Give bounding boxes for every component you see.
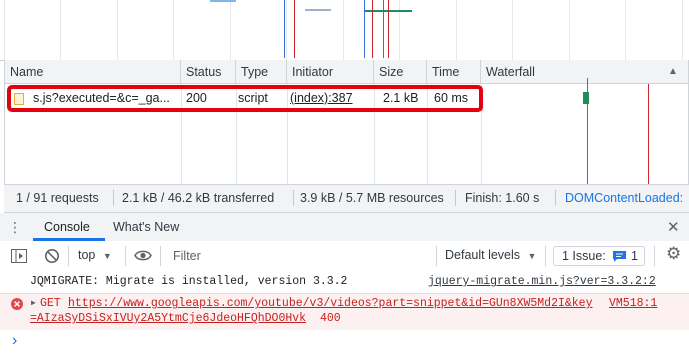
error-url-link-continued[interactable]: =AIzaSyDSiSxIVUy2A5YtmCje6JdeoHFQhDO0Hvk bbox=[30, 312, 306, 325]
column-header-waterfall[interactable]: Waterfall ▲ bbox=[481, 60, 688, 84]
overview-gridline bbox=[625, 0, 626, 60]
network-summary-bar: 1 / 91 requests 2.1 kB / 46.2 kB transfe… bbox=[4, 184, 689, 213]
summary-divider bbox=[113, 190, 114, 206]
column-header-initiator[interactable]: Initiator bbox=[287, 60, 374, 84]
drawer-menu-icon[interactable]: ⋮ bbox=[8, 219, 22, 236]
console-prompt-row[interactable]: › bbox=[0, 330, 689, 356]
console-message-error: ▶ GET https://www.googleapis.com/youtube… bbox=[0, 293, 689, 331]
overview-marker bbox=[284, 0, 285, 58]
log-levels-dropdown[interactable]: Default levels ▼ bbox=[445, 248, 536, 262]
issues-label: 1 Issue: bbox=[562, 249, 606, 263]
red-highlight-box bbox=[7, 85, 483, 112]
close-drawer-icon[interactable]: ✕ bbox=[667, 218, 680, 236]
summary-divider bbox=[455, 190, 456, 206]
overview-marker bbox=[294, 0, 295, 58]
summary-transferred: 2.1 kB / 46.2 kB transferred bbox=[122, 191, 275, 205]
waterfall-bar[interactable] bbox=[583, 92, 589, 104]
column-header-size[interactable]: Size bbox=[374, 60, 427, 84]
overview-marker bbox=[364, 0, 365, 58]
column-header-time[interactable]: Time bbox=[427, 60, 481, 84]
console-filter-input[interactable] bbox=[167, 245, 421, 267]
console-prompt-icon: › bbox=[12, 332, 18, 349]
overview-gridline bbox=[173, 0, 174, 60]
toolbar-divider bbox=[125, 246, 126, 266]
log-levels-label: Default levels bbox=[445, 248, 521, 262]
column-header-status[interactable]: Status bbox=[181, 60, 236, 84]
overview-gridline bbox=[512, 0, 513, 60]
error-source-link[interactable]: VM518:1 bbox=[609, 297, 657, 310]
console-settings-gear-icon[interactable]: ⚙ bbox=[666, 244, 681, 264]
issue-message-icon bbox=[613, 251, 626, 262]
error-icon bbox=[11, 298, 23, 310]
error-status-code: 400 bbox=[320, 312, 341, 325]
toolbar-divider bbox=[68, 246, 69, 266]
toolbar-divider bbox=[545, 246, 546, 266]
issues-count: 1 bbox=[631, 249, 638, 263]
issues-button[interactable]: 1 Issue: 1 bbox=[553, 246, 645, 266]
summary-divider bbox=[555, 190, 556, 206]
summary-resources: 3.9 kB / 5.7 MB resources bbox=[300, 191, 444, 205]
drawer-tab-bar: ⋮ Console What's New ✕ bbox=[0, 213, 689, 242]
console-toolbar: top ▼ Default levels ▼ 1 Issue: 1 ⚙ bbox=[0, 241, 689, 272]
overview-gridline bbox=[456, 0, 457, 60]
console-message-info: JQMIGRATE: Migrate is installed, version… bbox=[0, 271, 689, 294]
console-source-link[interactable]: jquery-migrate.min.js?ver=3.3.2:2 bbox=[428, 275, 656, 288]
summary-finish: Finish: 1.60 s bbox=[465, 191, 540, 205]
summary-domcontentloaded: DOMContentLoaded: bbox=[565, 191, 684, 205]
overview-gridline bbox=[682, 0, 683, 60]
overview-gridline bbox=[343, 0, 344, 60]
toolbar-divider bbox=[160, 246, 161, 266]
column-header-name[interactable]: Name bbox=[5, 60, 181, 84]
show-sidebar-icon[interactable] bbox=[11, 249, 27, 263]
overview-gridline bbox=[230, 0, 231, 60]
summary-requests: 1 / 91 requests bbox=[16, 191, 99, 205]
toolbar-divider bbox=[436, 246, 437, 266]
overview-gridline bbox=[399, 0, 400, 60]
overview-marker bbox=[388, 0, 389, 58]
context-selector-label: top bbox=[78, 248, 96, 262]
clear-console-icon[interactable] bbox=[44, 248, 60, 264]
overview-gridline bbox=[60, 0, 61, 60]
console-message-text: JQMIGRATE: Migrate is installed, version… bbox=[30, 275, 348, 288]
chevron-down-icon: ▼ bbox=[102, 251, 112, 261]
toolbar-divider bbox=[654, 246, 655, 266]
live-expression-eye-icon[interactable] bbox=[134, 249, 152, 262]
tab-console[interactable]: Console bbox=[44, 220, 90, 234]
overview-gridline bbox=[4, 0, 5, 60]
overview-marker bbox=[383, 0, 384, 58]
overview-bar bbox=[210, 0, 236, 2]
load-event-marker bbox=[648, 84, 649, 184]
chevron-down-icon: ▼ bbox=[527, 251, 537, 261]
overview-gridline bbox=[286, 0, 287, 60]
request-method: GET bbox=[40, 297, 61, 310]
overview-marker bbox=[372, 0, 373, 58]
context-selector[interactable]: top ▼ bbox=[78, 248, 112, 262]
expand-triangle-icon[interactable]: ▶ bbox=[31, 298, 36, 308]
error-url-link[interactable]: https://www.googleapis.com/youtube/v3/vi… bbox=[68, 297, 593, 310]
sort-ascending-icon[interactable]: ▲ bbox=[668, 66, 678, 77]
column-header-type[interactable]: Type bbox=[236, 60, 287, 84]
overview-bar bbox=[305, 9, 331, 11]
tab-whats-new[interactable]: What's New bbox=[113, 220, 179, 234]
overview-gridline bbox=[569, 0, 570, 60]
summary-divider bbox=[293, 190, 294, 206]
overview-gridline bbox=[117, 0, 118, 60]
network-overview[interactable] bbox=[0, 0, 689, 61]
